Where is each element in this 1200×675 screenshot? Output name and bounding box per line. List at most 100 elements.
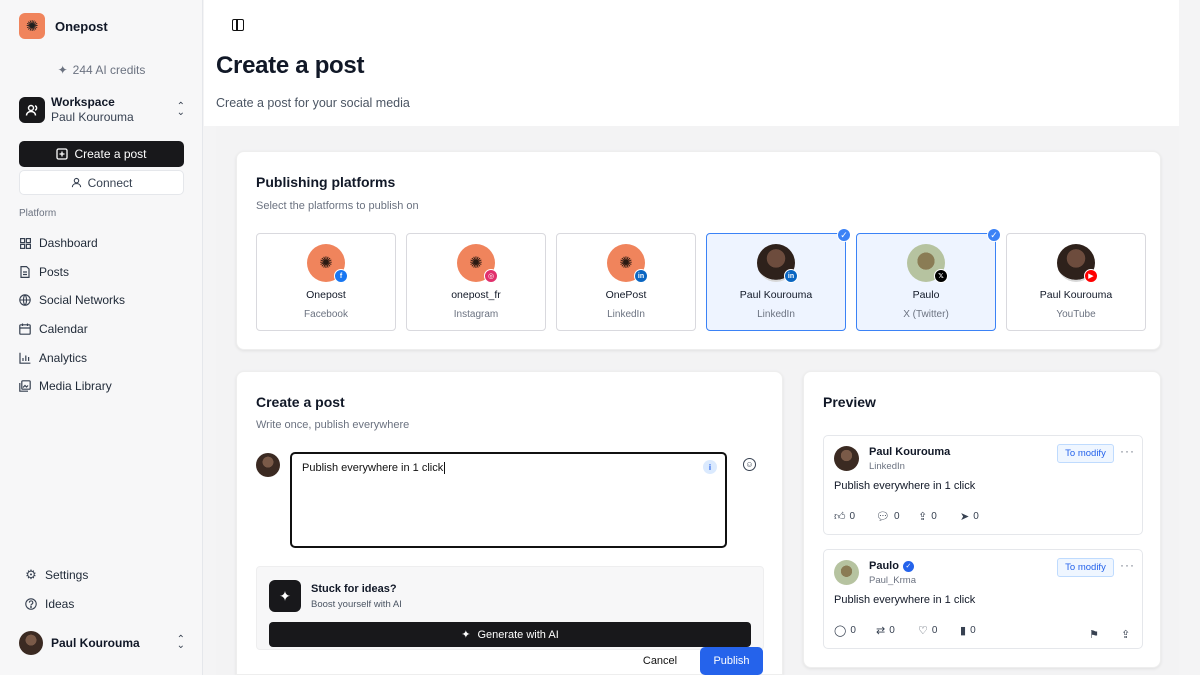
instagram-icon: ◎ xyxy=(484,269,498,283)
user-name: Paul Kourouma xyxy=(51,636,140,650)
like-action[interactable]: ♡ 0 xyxy=(918,624,960,637)
publishing-platforms-card: Publishing platforms Select the platform… xyxy=(236,151,1161,350)
share-action[interactable]: ⇪ 0 xyxy=(918,510,960,523)
platform-option-instagram[interactable]: ✺ ◎ onepost_fr Instagram xyxy=(406,233,546,331)
platform-option-x-paulo[interactable]: 𝕏 Paulo X (Twitter) ✓ xyxy=(856,228,1001,331)
create-post-button[interactable]: Create a post xyxy=(19,141,184,167)
platform-network: X (Twitter) xyxy=(903,309,949,320)
generate-with-ai-button[interactable]: ✦ Generate with AI xyxy=(269,622,751,647)
app-name: Onepost xyxy=(55,18,108,34)
retweet-icon: ⇄ xyxy=(876,625,886,637)
preview-network: LinkedIn xyxy=(869,461,905,472)
ideas-subtitle: Boost yourself with AI xyxy=(311,599,402,610)
platform-account-name: Paul Kourouma xyxy=(1039,289,1113,301)
sidebar-item-dashboard[interactable]: Dashboard xyxy=(19,229,189,258)
platform-account-name: Paulo xyxy=(912,289,940,301)
emoji-icon[interactable]: ☺ xyxy=(743,458,756,471)
page-title: Create a post xyxy=(216,52,365,79)
sidebar-item-label: Media Library xyxy=(39,379,112,394)
bar-chart-icon xyxy=(19,352,31,364)
sidebar-item-social-networks[interactable]: Social Networks xyxy=(19,286,189,315)
send-count: 0 xyxy=(973,511,979,522)
share-count: 0 xyxy=(931,511,937,522)
check-icon: ✓ xyxy=(987,228,1001,242)
twitter-preview: Paulo ✓ Paul_Krma To modify ··· Publish e… xyxy=(823,549,1143,649)
views-action[interactable]: ▮ 0 xyxy=(960,624,1002,637)
topbar xyxy=(204,0,1179,50)
preview-author-name: Paul Kourouma xyxy=(869,446,951,458)
info-icon[interactable]: i xyxy=(703,460,717,474)
chevrons-up-down-icon: ⌃ ⌄ xyxy=(176,634,185,651)
comment-count: 0 xyxy=(893,511,900,522)
sidebar-nav: Dashboard Posts Social Networks Calendar… xyxy=(19,229,189,401)
facebook-icon: f xyxy=(334,269,348,283)
x-icon: 𝕏 xyxy=(934,269,948,283)
sidebar-item-ideas[interactable]: Ideas xyxy=(25,589,88,618)
sidebar-item-media-library[interactable]: Media Library xyxy=(19,372,189,401)
preview-author-name: Paulo xyxy=(869,560,899,572)
users-icon xyxy=(19,97,45,123)
share-icon[interactable]: ⇪ xyxy=(1121,628,1130,641)
send-action[interactable]: ➤ 0 xyxy=(960,510,1002,523)
platform-account-name: Paul Kourouma xyxy=(739,289,813,301)
to-modify-button[interactable]: To modify xyxy=(1057,444,1114,463)
sidebar-item-label: Social Networks xyxy=(39,293,126,308)
ideas-title: Stuck for ideas? xyxy=(311,583,397,595)
sidebar-item-label: Calendar xyxy=(39,322,88,337)
sidebar-item-label: Analytics xyxy=(39,350,88,365)
reply-action[interactable]: ◯ 0 xyxy=(834,624,876,637)
calendar-icon xyxy=(19,323,31,335)
user-menu[interactable]: Paul Kourouma ⌃ ⌄ xyxy=(19,630,185,656)
sidebar-bottom-nav: ⚙ Settings Ideas xyxy=(25,560,88,618)
connect-label: Connect xyxy=(87,175,133,190)
linkedin-preview: Paul Kourouma LinkedIn To modify ··· Pub… xyxy=(823,435,1143,535)
platform-option-facebook[interactable]: ✺ f Onepost Facebook xyxy=(256,233,396,331)
help-icon xyxy=(25,597,37,610)
comment-icon: 💬︎ xyxy=(876,511,890,523)
bar-chart-icon: ▮ xyxy=(960,625,967,637)
views-count: 0 xyxy=(970,625,976,636)
like-action[interactable]: 👍︎ 0 xyxy=(834,510,876,523)
generate-label: Generate with AI xyxy=(477,628,559,641)
brand[interactable]: ✺ Onepost xyxy=(19,13,108,39)
platform-option-youtube[interactable]: ▶ Paul Kourouma YouTube xyxy=(1006,233,1146,331)
plus-square-icon xyxy=(56,148,69,160)
preview-actions: 👍︎ 0 💬︎ 0 ⇪ 0 ➤ 0 xyxy=(834,510,1002,523)
file-icon xyxy=(19,265,31,278)
platform-network: LinkedIn xyxy=(757,309,795,320)
platform-option-linkedin-onepost[interactable]: ✺ in OnePost LinkedIn xyxy=(556,233,696,331)
share-icon: ⇪ xyxy=(918,511,928,523)
platform-account-name: Onepost xyxy=(306,289,346,301)
post-textarea[interactable]: Publish everywhere in 1 click i xyxy=(290,452,727,548)
sidebar: ✺ Onepost ✦ 244 AI credits Workspace Paul… xyxy=(0,0,203,675)
workspace-switcher[interactable]: Workspace Paul Kourouma ⌃ ⌄ xyxy=(19,94,185,126)
youtube-icon: ▶ xyxy=(1084,269,1098,283)
composer-title: Create a post xyxy=(256,394,345,410)
publish-button[interactable]: Publish xyxy=(700,647,763,675)
sidebar-item-label: Settings xyxy=(45,567,89,582)
avatar xyxy=(256,453,280,477)
preview-text: Publish everywhere in 1 click xyxy=(834,480,976,492)
avatar xyxy=(19,631,43,655)
platform-option-linkedin-paul[interactable]: in Paul Kourouma LinkedIn ✓ xyxy=(706,228,851,331)
sidebar-item-calendar[interactable]: Calendar xyxy=(19,315,189,344)
comment-action[interactable]: 💬︎ 0 xyxy=(876,510,918,523)
globe-icon xyxy=(19,294,31,307)
to-modify-button[interactable]: To modify xyxy=(1057,558,1114,577)
bookmark-icon[interactable]: ⚑ xyxy=(1089,628,1099,641)
page-subtitle: Create a post for your social media xyxy=(216,96,410,110)
retweet-action[interactable]: ⇄ 0 xyxy=(876,624,918,637)
sidebar-item-posts[interactable]: Posts xyxy=(19,258,189,287)
more-icon[interactable]: ··· xyxy=(1120,444,1135,458)
more-icon[interactable]: ··· xyxy=(1120,558,1135,572)
sidebar-item-settings[interactable]: ⚙ Settings xyxy=(25,560,88,589)
sidebar-toggle-icon[interactable] xyxy=(232,19,244,31)
cancel-button[interactable]: Cancel xyxy=(632,648,688,674)
platforms-title: Publishing platforms xyxy=(256,174,396,190)
avatar xyxy=(834,446,859,471)
composer-subtitle: Write once, publish everywhere xyxy=(256,419,410,431)
preview-card: Preview Paul Kourouma LinkedIn To modify… xyxy=(803,371,1161,668)
connect-button[interactable]: Connect xyxy=(19,170,184,195)
sidebar-item-label: Posts xyxy=(39,264,70,279)
sidebar-item-analytics[interactable]: Analytics xyxy=(19,343,189,372)
